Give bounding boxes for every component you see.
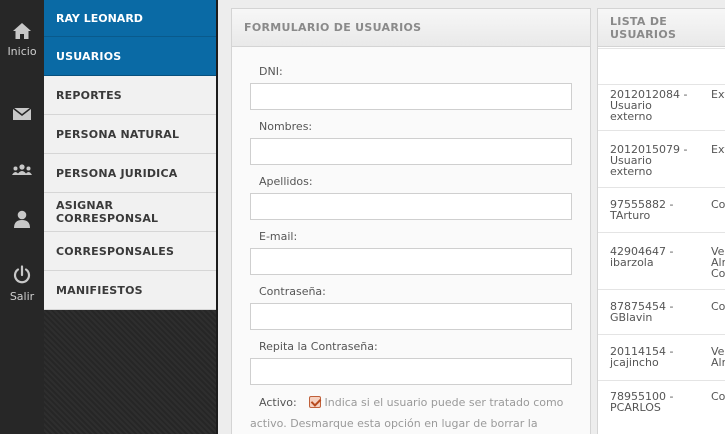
rail-mail[interactable] xyxy=(0,107,44,121)
form-title: FORMULARIO DE USUARIOS xyxy=(232,9,590,47)
group-icon xyxy=(12,164,32,175)
menu-item-usuarios[interactable]: USUARIOS xyxy=(44,37,218,76)
apellidos-field-group: Apellidos: xyxy=(250,175,572,220)
email-field-group: E-mail: xyxy=(250,230,572,275)
row-user-id: 20114154 - jcajincho xyxy=(610,345,674,369)
row-user-id: 78955100 - PCARLOS xyxy=(610,390,674,414)
rail-home[interactable]: Inicio xyxy=(0,22,44,58)
row-user-type: Ext xyxy=(711,89,725,100)
list-header-row xyxy=(598,48,725,84)
row-user-type: Co xyxy=(711,301,725,312)
menu-item-corresponsales[interactable]: CORRESPONSALES xyxy=(44,232,218,271)
table-row[interactable]: 2012012084 - Usuario externo Ext xyxy=(598,84,725,130)
rail-home-label: Inicio xyxy=(7,45,37,58)
nombres-input[interactable] xyxy=(250,138,572,165)
row-user-type: Ver Alm xyxy=(711,346,725,368)
power-icon xyxy=(13,265,31,284)
table-row[interactable]: 78955100 - PCARLOS Co xyxy=(598,380,725,426)
rail-group[interactable] xyxy=(0,164,44,176)
home-icon xyxy=(13,23,31,39)
rail-logout[interactable]: Salir xyxy=(0,265,44,303)
row-user-id: 2012012084 - Usuario externo xyxy=(610,88,688,123)
apellidos-input[interactable] xyxy=(250,193,572,220)
dni-input[interactable] xyxy=(250,83,572,110)
email-label: E-mail: xyxy=(259,230,298,243)
row-user-type: Co xyxy=(711,199,725,210)
nombres-field-group: Nombres: xyxy=(250,120,572,165)
table-row[interactable]: 2012015079 - Usuario externo Ext xyxy=(598,130,725,187)
email-input[interactable] xyxy=(250,248,572,275)
rail-logout-label: Salir xyxy=(9,290,35,303)
active-checkbox[interactable] xyxy=(309,396,321,408)
icon-rail: Inicio Salir xyxy=(0,0,44,434)
menu-item-persona-juridica[interactable]: PERSONA JURIDICA xyxy=(44,154,218,193)
row-user-type: Ver Alm Co xyxy=(711,246,725,279)
repeat-password-field-group: Repita la Contraseña: xyxy=(250,340,572,385)
dni-field-group: DNI: xyxy=(250,65,572,110)
rail-user[interactable] xyxy=(0,210,44,228)
nombres-label: Nombres: xyxy=(259,120,313,133)
row-user-type: Co xyxy=(711,391,725,402)
password-label: Contraseña: xyxy=(259,285,326,298)
mail-icon xyxy=(12,107,32,120)
apellidos-label: Apellidos: xyxy=(259,175,313,188)
table-row[interactable]: 42904647 - ibarzola Ver Alm Co xyxy=(598,232,725,289)
side-menu: RAY LEONARD USUARIOS REPORTES PERSONA NA… xyxy=(44,0,218,434)
user-form-panel: FORMULARIO DE USUARIOS DNI: Nombres: Ape… xyxy=(231,8,591,434)
password-field-group: Contraseña: xyxy=(250,285,572,330)
user-icon xyxy=(14,210,30,228)
password-input[interactable] xyxy=(250,303,572,330)
row-user-id: 97555882 - TArturo xyxy=(610,198,674,222)
menu-item-manifiestos[interactable]: MANIFIESTOS xyxy=(44,271,218,310)
dni-label: DNI: xyxy=(259,65,283,78)
repeat-password-input[interactable] xyxy=(250,358,572,385)
menu-item-persona-natural[interactable]: PERSONA NATURAL xyxy=(44,115,218,154)
active-label: Activo: xyxy=(259,396,297,409)
active-field-group: Activo: Indica si el usuario puede ser t… xyxy=(250,392,570,434)
row-user-id: 2012015079 - Usuario externo xyxy=(610,143,688,178)
current-user[interactable]: RAY LEONARD xyxy=(44,0,218,37)
menu-item-reportes[interactable]: REPORTES xyxy=(44,76,218,115)
menu-item-asignar-corresponsal[interactable]: ASIGNAR CORRESPONSAL xyxy=(44,193,218,232)
row-user-id: 87875454 - GBlavin xyxy=(610,300,674,324)
row-user-type: Ext xyxy=(711,144,725,155)
table-row[interactable]: 97555882 - TArturo Co xyxy=(598,187,725,232)
row-user-id: 42904647 - ibarzola xyxy=(610,245,674,269)
user-list-panel: LISTA DE USUARIOS 2012012084 - Usuario e… xyxy=(597,8,725,434)
list-title: LISTA DE USUARIOS xyxy=(598,9,725,47)
repeat-password-label: Repita la Contraseña: xyxy=(259,340,378,353)
menu-edge xyxy=(216,0,218,434)
table-row[interactable]: 87875454 - GBlavin Co xyxy=(598,289,725,334)
table-row[interactable]: 20114154 - jcajincho Ver Alm xyxy=(598,334,725,380)
